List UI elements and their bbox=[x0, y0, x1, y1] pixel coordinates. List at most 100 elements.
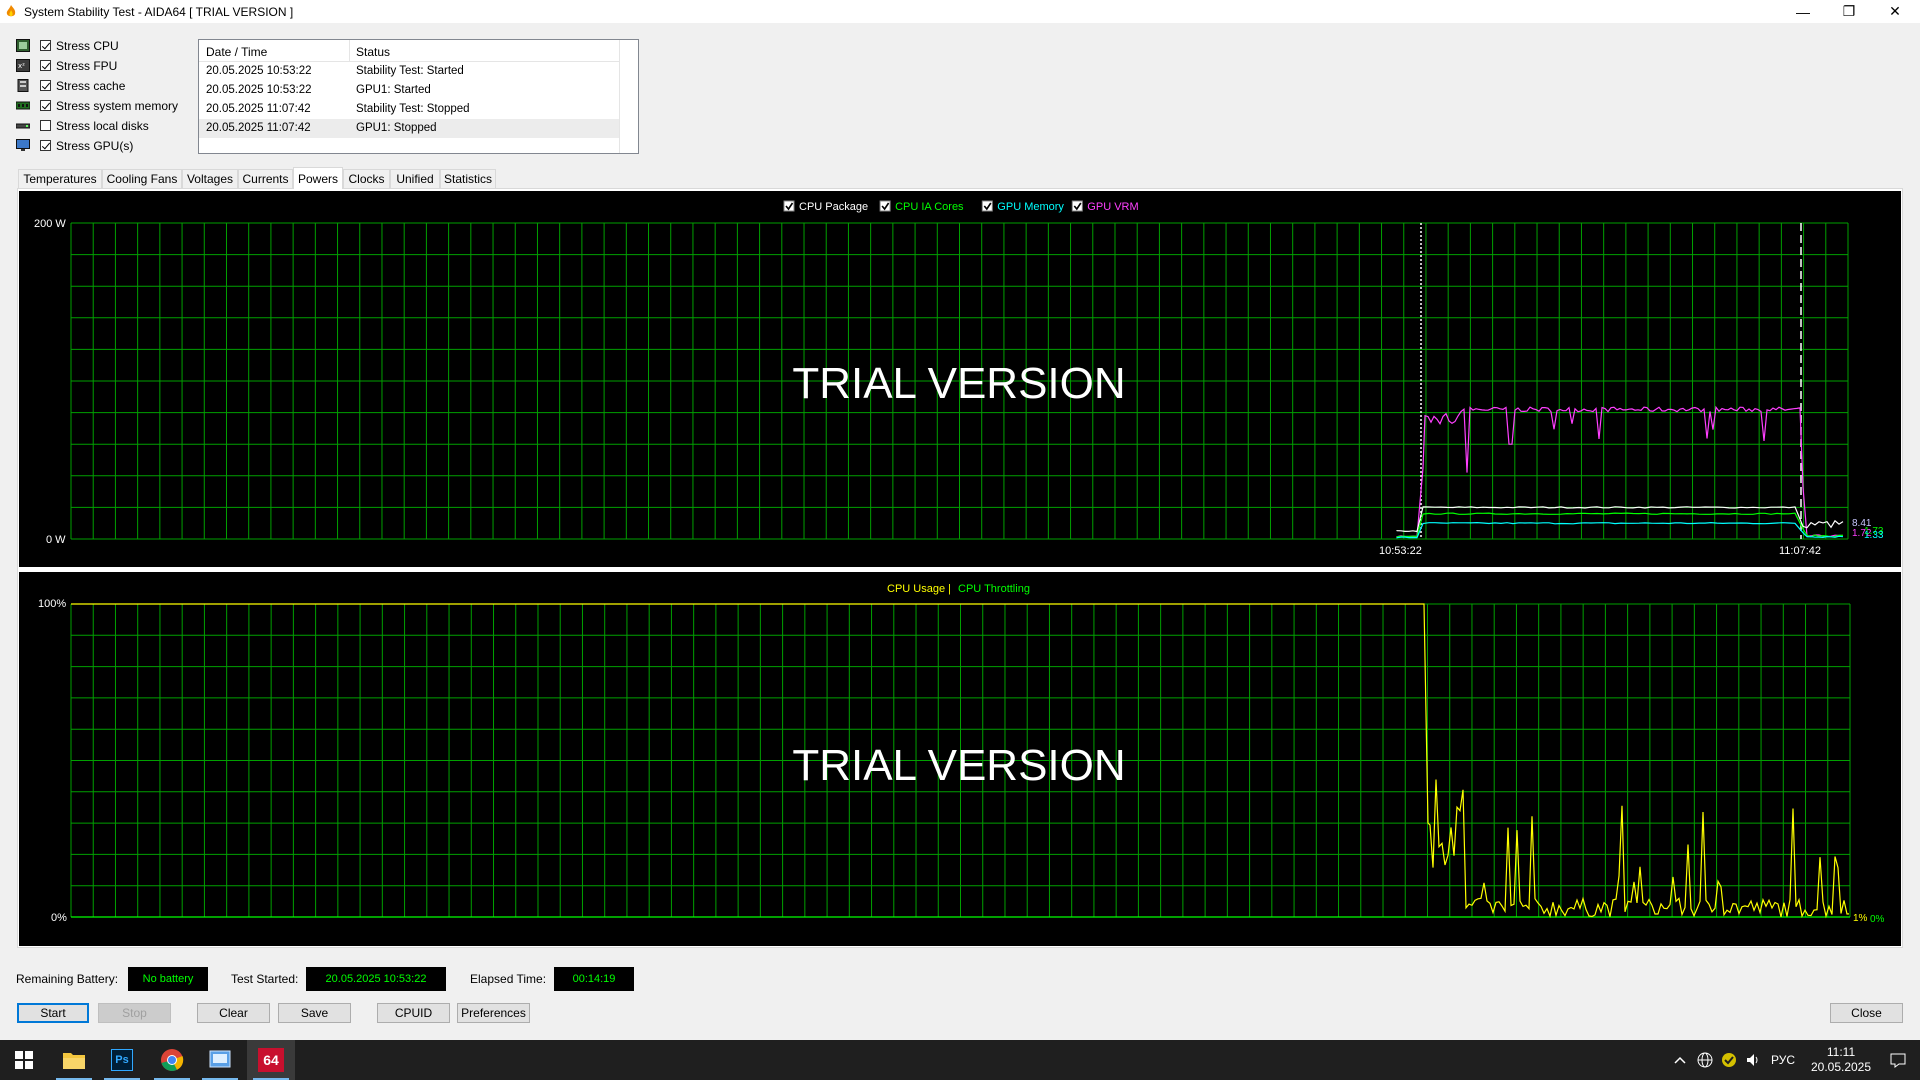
tray-notifications[interactable] bbox=[1880, 1040, 1916, 1080]
start-button[interactable]: Start bbox=[17, 1003, 89, 1023]
minimize-icon: — bbox=[1796, 3, 1810, 20]
gpu-monitor-icon bbox=[16, 139, 30, 151]
log-time: 20.05.2025 11:07:42 bbox=[206, 122, 311, 134]
clear-button[interactable]: Clear bbox=[197, 1003, 270, 1023]
photoshop-icon: Ps bbox=[111, 1049, 133, 1071]
tab-temperatures[interactable]: Temperatures bbox=[18, 169, 102, 188]
stress-cache-option[interactable]: Stress cache bbox=[16, 78, 186, 96]
preferences-button[interactable]: Preferences bbox=[457, 1003, 530, 1023]
event-log-list[interactable]: Date / Time Status 20.05.2025 10:53:22 S… bbox=[198, 39, 639, 154]
aida64-flame-icon bbox=[6, 5, 16, 17]
minimize-button[interactable]: — bbox=[1780, 0, 1826, 23]
series-end-label: 0% bbox=[1870, 914, 1885, 925]
tab-statistics[interactable]: Statistics bbox=[440, 169, 496, 188]
taskbar: Ps 64 РУС 11:11 20.05.2025 bbox=[0, 1040, 1920, 1080]
tab-unified[interactable]: Unified bbox=[390, 169, 440, 188]
taskbar-file-explorer[interactable] bbox=[50, 1040, 98, 1080]
cache-icon bbox=[17, 79, 29, 92]
taskbar-aida64[interactable]: 64 bbox=[247, 1040, 295, 1080]
series-line-gpu-vrm bbox=[1396, 405, 1843, 538]
legend-label-cpu-usage: CPU Usage bbox=[887, 583, 945, 595]
legend-label: GPU VRM bbox=[1087, 201, 1138, 213]
log-status: GPU1: Stopped bbox=[356, 122, 437, 134]
tray-clock[interactable]: 11:11 20.05.2025 bbox=[1806, 1040, 1876, 1080]
stress-memory-label: Stress system memory bbox=[56, 99, 179, 113]
stress-cache-label: Stress cache bbox=[56, 79, 126, 93]
close-window-button[interactable]: ✕ bbox=[1872, 0, 1918, 23]
tray-language[interactable]: РУС bbox=[1768, 1040, 1798, 1080]
save-button[interactable]: Save bbox=[278, 1003, 351, 1023]
taskbar-chrome[interactable] bbox=[148, 1040, 196, 1080]
power-chart: CPU Package CPU IA Cores GPU Memory GPU VRM… bbox=[19, 191, 1901, 567]
fpu-chip-icon: x² bbox=[16, 59, 30, 72]
legend-item: GPU VRM bbox=[1071, 200, 1139, 213]
y-axis-bottom-label: 0 W bbox=[46, 534, 66, 546]
tab-voltages[interactable]: Voltages bbox=[182, 169, 238, 188]
memory-module-icon bbox=[16, 101, 30, 110]
tray-volume[interactable] bbox=[1742, 1040, 1764, 1080]
cpu-usage-chart: CPU Usage | CPU Throttling 100% 0% 1% 0% TRIAL … bbox=[19, 572, 1901, 946]
aida64-icon-label: 64 bbox=[263, 1052, 279, 1068]
stress-disks-label: Stress local disks bbox=[56, 119, 149, 133]
tab-currents[interactable]: Currents bbox=[238, 169, 293, 188]
log-col-time[interactable]: Date / Time bbox=[206, 45, 267, 59]
stress-disks-option[interactable]: Stress local disks bbox=[16, 118, 186, 136]
photoshop-icon-label: Ps bbox=[115, 1054, 129, 1066]
clock-date: 20.05.2025 bbox=[1810, 1060, 1872, 1074]
stress-memory-option[interactable]: Stress system memory bbox=[16, 98, 186, 116]
stress-cpu-option[interactable]: Stress CPU bbox=[16, 38, 186, 56]
globe-network-icon bbox=[1697, 1052, 1713, 1068]
stress-cache-checkbox[interactable] bbox=[40, 80, 51, 91]
stop-button[interactable]: Stop bbox=[98, 1003, 171, 1023]
start-menu-button[interactable] bbox=[0, 1040, 48, 1080]
cpu-chip-icon bbox=[16, 39, 30, 52]
log-status: GPU1: Started bbox=[356, 84, 431, 96]
tab-powers[interactable]: Powers bbox=[293, 167, 343, 189]
stress-cpu-checkbox[interactable] bbox=[40, 40, 51, 51]
series-line-gpu-memory bbox=[1396, 521, 1844, 539]
taskbar-photoshop[interactable]: Ps bbox=[98, 1040, 146, 1080]
tab-cooling-fans[interactable]: Cooling Fans bbox=[102, 169, 182, 188]
chrome-icon bbox=[161, 1049, 184, 1071]
stress-fpu-option[interactable]: x² Stress FPU bbox=[16, 58, 186, 76]
stress-disks-checkbox[interactable] bbox=[40, 120, 51, 131]
trial-watermark: TRIAL VERSION bbox=[792, 741, 1125, 790]
taskbar-app[interactable] bbox=[196, 1040, 244, 1080]
log-row[interactable]: 20.05.2025 11:07:42 GPU1: Stopped bbox=[199, 119, 619, 138]
legend-item: CPU Package bbox=[783, 200, 868, 213]
stress-gpu-checkbox[interactable] bbox=[40, 140, 51, 151]
restore-icon: ❐ bbox=[1842, 3, 1856, 19]
log-row[interactable]: 20.05.2025 10:53:22 GPU1: Started bbox=[199, 81, 619, 100]
legend-item: CPU IA Cores bbox=[879, 200, 964, 213]
close-button[interactable]: Close bbox=[1830, 1003, 1903, 1023]
time-marker-label: 11:07:42 bbox=[1779, 545, 1821, 557]
log-col-status[interactable]: Status bbox=[356, 45, 390, 59]
battery-label: Remaining Battery: bbox=[16, 972, 119, 986]
log-row[interactable]: 20.05.2025 10:53:22 Stability Test: Star… bbox=[199, 62, 619, 81]
close-icon: ✕ bbox=[1889, 3, 1901, 19]
status-badge-icon bbox=[1722, 1053, 1736, 1067]
tab-clocks[interactable]: Clocks bbox=[343, 169, 390, 188]
log-row[interactable]: 20.05.2025 11:07:42 Stability Test: Stop… bbox=[199, 100, 619, 119]
stress-gpu-label: Stress GPU(s) bbox=[56, 139, 134, 153]
stress-fpu-checkbox[interactable] bbox=[40, 60, 51, 71]
log-time: 20.05.2025 11:07:42 bbox=[206, 103, 311, 115]
stress-memory-checkbox[interactable] bbox=[40, 100, 51, 111]
stress-cpu-label: Stress CPU bbox=[56, 39, 119, 53]
legend-label: CPU Package bbox=[799, 201, 868, 213]
series-line-cpu-ia-cores bbox=[1396, 512, 1843, 538]
window-title: System Stability Test - AIDA64 [ TRIAL V… bbox=[24, 5, 294, 19]
tray-overflow-chevron[interactable] bbox=[1670, 1040, 1690, 1080]
time-marker-label: 10:53:22 bbox=[1379, 545, 1422, 557]
tray-app-status[interactable] bbox=[1718, 1040, 1740, 1080]
tray-network[interactable] bbox=[1694, 1040, 1716, 1080]
series-line-cpu-package bbox=[1396, 506, 1844, 533]
stress-gpu-option[interactable]: Stress GPU(s) bbox=[16, 138, 186, 156]
speaker-icon bbox=[1747, 1054, 1758, 1066]
legend-label: GPU Memory bbox=[997, 201, 1064, 213]
folder-icon bbox=[63, 1053, 85, 1069]
cpuid-button[interactable]: CPUID bbox=[377, 1003, 450, 1023]
aida64-icon: 64 bbox=[258, 1048, 284, 1072]
cpu-usage-chart-svg: CPU Usage | CPU Throttling100%0% 1% 0%TRIAL … bbox=[38, 583, 1885, 925]
restore-button[interactable]: ❐ bbox=[1826, 0, 1872, 23]
